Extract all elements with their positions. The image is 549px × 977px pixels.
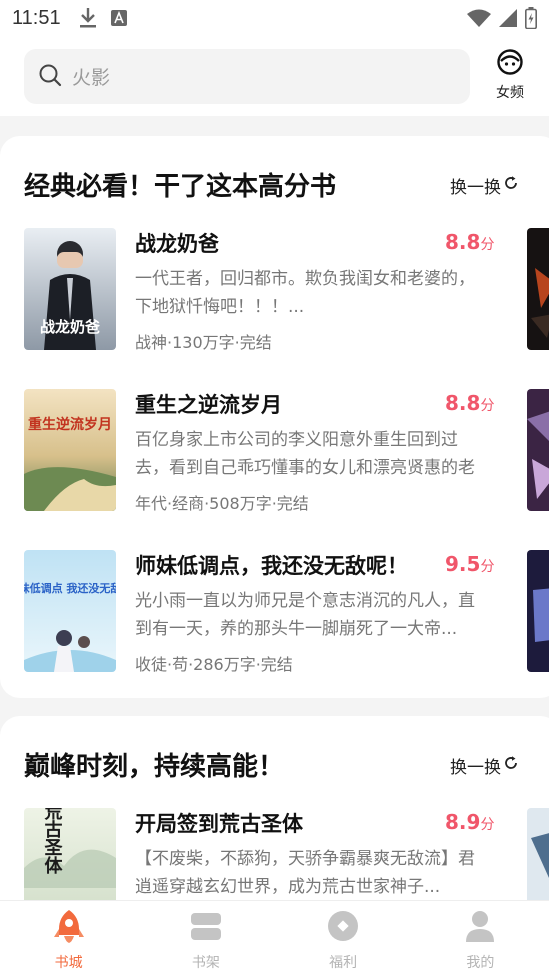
book-item[interactable]: 荒古圣体 开局签到荒古圣体 8.9分 【不废柴，不舔狗，天骄争霸暴爽无敌流】君逍… (0, 808, 549, 900)
gender-label: 女频 (496, 85, 524, 101)
score-value: 8.9 (445, 810, 481, 834)
tab-welfare[interactable]: 福利 (275, 901, 412, 977)
search-icon (38, 63, 62, 91)
book-description: 光小雨一直以为师兄是个意志消沉的凡人，直到有一天，养的那头牛一脚崩死了一大帝..… (135, 591, 475, 639)
gender-switch-button[interactable]: 女频 (486, 48, 534, 104)
score-unit: 分 (480, 237, 495, 253)
score-value: 8.8 (445, 391, 481, 415)
refresh-button[interactable]: 换一换 (450, 173, 519, 198)
gift-icon (327, 909, 359, 947)
status-time: 11:51 (12, 6, 61, 29)
book-item[interactable]: 战龙奶爸 战龙奶爸 8.8分 一代王者，回归都市。欺负我闺女和老婆的，下地狱忏悔… (0, 228, 549, 352)
book-item[interactable]: 重生逆流岁月 重生之逆流岁月 8.8分 百亿身家上市公司的李义阳意外重生回到过去… (0, 389, 549, 513)
download-icon (79, 8, 97, 28)
refresh-icon (503, 175, 519, 196)
book-title: 开局签到荒古圣体 (135, 812, 303, 836)
book-description: 【不废柴，不舔狗，天骄争霸暴爽无敌流】君逍遥穿越玄幻世界，成为荒古世家神子... (135, 849, 475, 897)
book-score: 8.9分 (445, 810, 494, 834)
book-cover[interactable]: 战龙奶爸 (24, 228, 116, 350)
next-book-cover-peek[interactable] (527, 228, 549, 350)
search-placeholder: 火影 (72, 67, 111, 89)
section-title: 经典必看！干了这本高分书 (24, 172, 337, 202)
font-a-icon (110, 10, 127, 26)
cover-title-text: 战龙奶爸 (40, 318, 100, 336)
book-title: 战龙奶爸 (135, 232, 219, 256)
user-icon (465, 909, 495, 947)
section-card-classic: 经典必看！干了这本高分书 换一换 战龙奶爸 战龙奶爸 8.8分 一代王者，回归都… (0, 136, 549, 698)
battery-charging-icon (525, 7, 537, 29)
content-scroll[interactable]: 经典必看！干了这本高分书 换一换 战龙奶爸 战龙奶爸 8.8分 一代王者，回归都… (0, 116, 549, 900)
next-book-cover-peek[interactable] (527, 389, 549, 511)
book-title: 重生之逆流岁月 (135, 393, 282, 417)
book-score: 8.8分 (445, 230, 494, 254)
tab-label: 书城 (54, 955, 83, 971)
bookshelf-icon (190, 909, 221, 947)
refresh-label: 换一换 (450, 758, 501, 778)
book-cover[interactable]: 荒古圣体 (24, 808, 116, 900)
next-book-cover-peek[interactable] (527, 808, 549, 900)
bottom-tab-bar: 书城 书架 福利 我的 (0, 900, 549, 977)
book-meta: 收徒·苟·286万字·完结 (135, 655, 293, 674)
book-cover[interactable]: 师妹低调点 我还没无敌呢 (24, 550, 116, 672)
tab-bookstore[interactable]: 书城 (0, 901, 137, 977)
tab-mine[interactable]: 我的 (412, 901, 549, 977)
search-bar[interactable]: 火影 (24, 49, 470, 104)
cover-title-text: 师妹低调点 我还没无敌呢 (24, 581, 116, 595)
book-cover[interactable]: 重生逆流岁月 (24, 389, 116, 511)
tab-label: 我的 (466, 955, 495, 971)
book-item[interactable]: 师妹低调点 我还没无敌呢 师妹低调点，我还没无敌呢！ 9.5分 光小雨一直以为师… (0, 550, 549, 674)
book-title: 师妹低调点，我还没无敌呢！ (135, 554, 408, 578)
top-header: 火影 女频 (0, 36, 549, 116)
section-card-peak: 巅峰时刻，持续高能！ 换一换 荒古圣体 开局签到荒古圣体 8.9分 【不废柴，不… (0, 716, 549, 900)
book-meta: 年代·经商·508万字·完结 (135, 494, 309, 513)
score-unit: 分 (480, 817, 495, 833)
cover-title-text: 重生逆流岁月 (28, 416, 112, 433)
rocket-icon (53, 909, 84, 947)
signal-icon (499, 9, 517, 27)
section-title: 巅峰时刻，持续高能！ (24, 752, 285, 782)
book-description: 百亿身家上市公司的李义阳意外重生回到过去，看到自己乖巧懂事的女儿和漂亮贤惠的老婆… (135, 430, 475, 478)
tab-label: 书架 (191, 955, 220, 971)
book-meta: 战神·130万字·完结 (135, 333, 272, 352)
cover-title-text: 荒古圣体 (42, 808, 64, 875)
tab-label: 福利 (329, 955, 358, 971)
status-bar: 11:51 (0, 0, 549, 36)
book-score: 8.8分 (445, 391, 494, 415)
next-book-cover-peek[interactable] (527, 550, 549, 672)
score-value: 9.5 (445, 552, 481, 576)
score-value: 8.8 (445, 230, 481, 254)
wifi-icon (467, 9, 491, 27)
book-description: 一代王者，回归都市。欺负我闺女和老婆的，下地狱忏悔吧！！！... (135, 269, 475, 317)
refresh-button[interactable]: 换一换 (450, 753, 519, 778)
refresh-label: 换一换 (450, 178, 501, 198)
refresh-icon (503, 755, 519, 776)
female-avatar-icon (496, 48, 524, 80)
score-unit: 分 (480, 559, 495, 575)
score-unit: 分 (480, 398, 495, 414)
tab-bookshelf[interactable]: 书架 (137, 901, 274, 977)
book-score: 9.5分 (445, 552, 494, 576)
